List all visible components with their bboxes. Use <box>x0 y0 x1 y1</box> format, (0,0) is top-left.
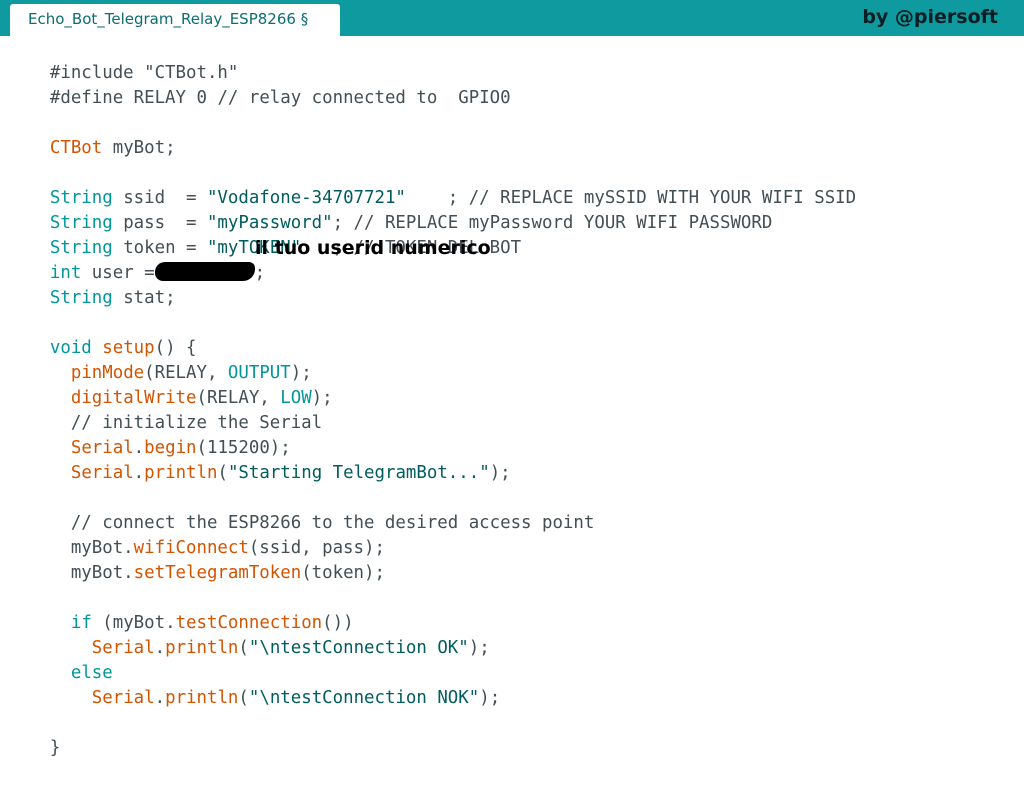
code-token: println <box>165 688 239 708</box>
code-token: String <box>49 288 113 308</box>
code-line: void setup() { <box>8 311 197 358</box>
code-token: "\ntestConnection NOK" <box>248 688 480 708</box>
code-line: CTBot myBot; <box>8 111 176 158</box>
code-token: . <box>154 688 166 708</box>
code-line: } <box>8 711 60 758</box>
code-line: Serial.begin(115200); <box>8 411 291 458</box>
code-token: . <box>154 638 166 658</box>
code-token: myBot. <box>49 563 134 583</box>
code-line: String ssid = "Vodafone-34707721" ; // R… <box>8 161 856 208</box>
code-line: pinMode(RELAY, OUTPUT); <box>8 336 312 383</box>
code-line: else <box>8 636 113 683</box>
code-line: if (myBot.testConnection()) <box>8 586 354 633</box>
code-token: Serial <box>91 688 155 708</box>
author-credit: by @piersoft <box>862 6 998 28</box>
code-line: // initialize the Serial <box>8 386 322 433</box>
code-token: myBot; <box>102 138 176 158</box>
code-line: Serial.println("\ntestConnection OK"); <box>8 611 490 658</box>
code-token: stat; <box>112 288 176 308</box>
code-token: setTelegramToken <box>133 563 302 583</box>
code-line: #define RELAY 0 // relay connected to GP… <box>8 61 511 108</box>
code-editor[interactable]: #include "CTBot.h" #define RELAY 0 // re… <box>0 36 1024 758</box>
code-token: CTBot <box>49 138 103 158</box>
code-token: 0 <box>196 88 207 108</box>
code-token: . <box>133 463 145 483</box>
code-line: #include "CTBot.h" <box>8 36 238 83</box>
code-line: Serial.println("\ntestConnection NOK"); <box>8 661 500 708</box>
code-token: ); <box>489 463 511 483</box>
code-line: int user =; <box>8 236 265 283</box>
code-token: println <box>144 463 218 483</box>
code-line: Serial.println("Starting TelegramBot..."… <box>8 436 511 483</box>
code-line: myBot.wifiConnect(ssid, pass); <box>8 511 385 558</box>
code-line: myBot.setTelegramToken(token); <box>8 536 385 583</box>
code-token: // relay connected to GPIO0 <box>206 88 511 108</box>
code-token: ; <box>254 263 266 283</box>
code-line: String stat; <box>8 261 176 308</box>
code-token: "\ntestConnection OK" <box>248 638 469 658</box>
code-token: Serial <box>70 463 134 483</box>
code-token: (token); <box>301 563 385 583</box>
userid-annotation: il tuo userid numerico <box>255 237 491 259</box>
tab-sketch[interactable]: Echo_Bot_Telegram_Relay_ESP8266 § <box>10 4 340 36</box>
code-token: println <box>165 638 239 658</box>
code-token: "Starting TelegramBot..." <box>227 463 490 483</box>
code-token: ); <box>468 638 490 658</box>
code-token: #define RELAY <box>49 88 197 108</box>
code-token: ); <box>479 688 501 708</box>
code-line: String pass = "myPassword"; // REPLACE m… <box>8 186 772 233</box>
code-token: ( <box>238 638 249 658</box>
code-token: ( <box>238 688 249 708</box>
editor-tab-bar: Echo_Bot_Telegram_Relay_ESP8266 § by @pi… <box>0 0 1024 36</box>
code-token: } <box>49 738 61 758</box>
code-line: // connect the ESP8266 to the desired ac… <box>8 486 595 533</box>
code-line: digitalWrite(RELAY, LOW); <box>8 361 333 408</box>
code-token: ( <box>217 463 228 483</box>
code-line: String token = "myTOKEN" ; // TOKEN DEL … <box>8 211 521 258</box>
